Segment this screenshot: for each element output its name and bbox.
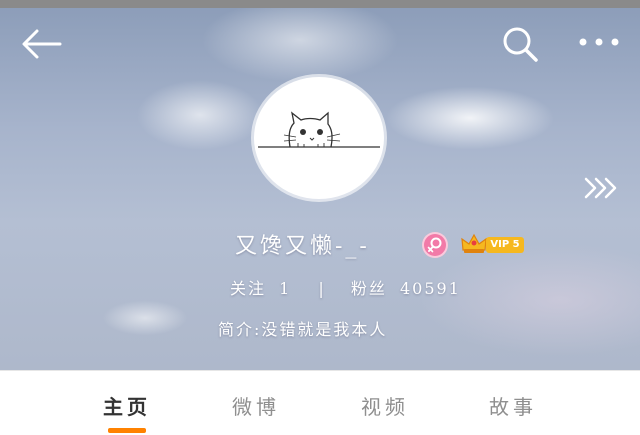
avatar[interactable]: [254, 77, 384, 199]
following-count[interactable]: 1: [279, 279, 291, 298]
following-label[interactable]: 关注: [230, 279, 266, 298]
tab-weibo[interactable]: 微博: [211, 391, 301, 421]
more-dots-icon[interactable]: [578, 34, 620, 50]
female-icon: [422, 232, 448, 258]
active-tab-indicator: [108, 428, 146, 433]
vip-badge[interactable]: VIP 5: [460, 232, 526, 256]
profile-cover: 又馋又懒-_- VIP 5 关注 1 | 粉丝 40591 简介:没错就是我本人: [0, 0, 640, 370]
tab-video[interactable]: 视频: [340, 391, 430, 421]
tab-home[interactable]: 主页: [82, 391, 172, 421]
followers-label[interactable]: 粉丝: [351, 279, 387, 298]
chevrons-right-icon[interactable]: [583, 176, 619, 200]
cat-drawing-icon: [258, 111, 380, 148]
vip-level-label: VIP 5: [486, 237, 524, 253]
crown-icon: [461, 233, 487, 253]
profile-bio: 简介:没错就是我本人: [218, 320, 388, 339]
follow-stats: 关注 1 | 粉丝 40591: [230, 275, 467, 301]
status-bar-shade: [0, 0, 640, 8]
tab-story[interactable]: 故事: [468, 391, 558, 421]
followers-count[interactable]: 40591: [400, 279, 461, 298]
profile-tabs: 主页 微博 视频 故事: [0, 370, 640, 435]
search-icon[interactable]: [500, 24, 540, 64]
arrow-left-icon[interactable]: [20, 28, 62, 60]
stats-separator: |: [318, 279, 326, 298]
username: 又馋又懒-_-: [235, 234, 370, 259]
